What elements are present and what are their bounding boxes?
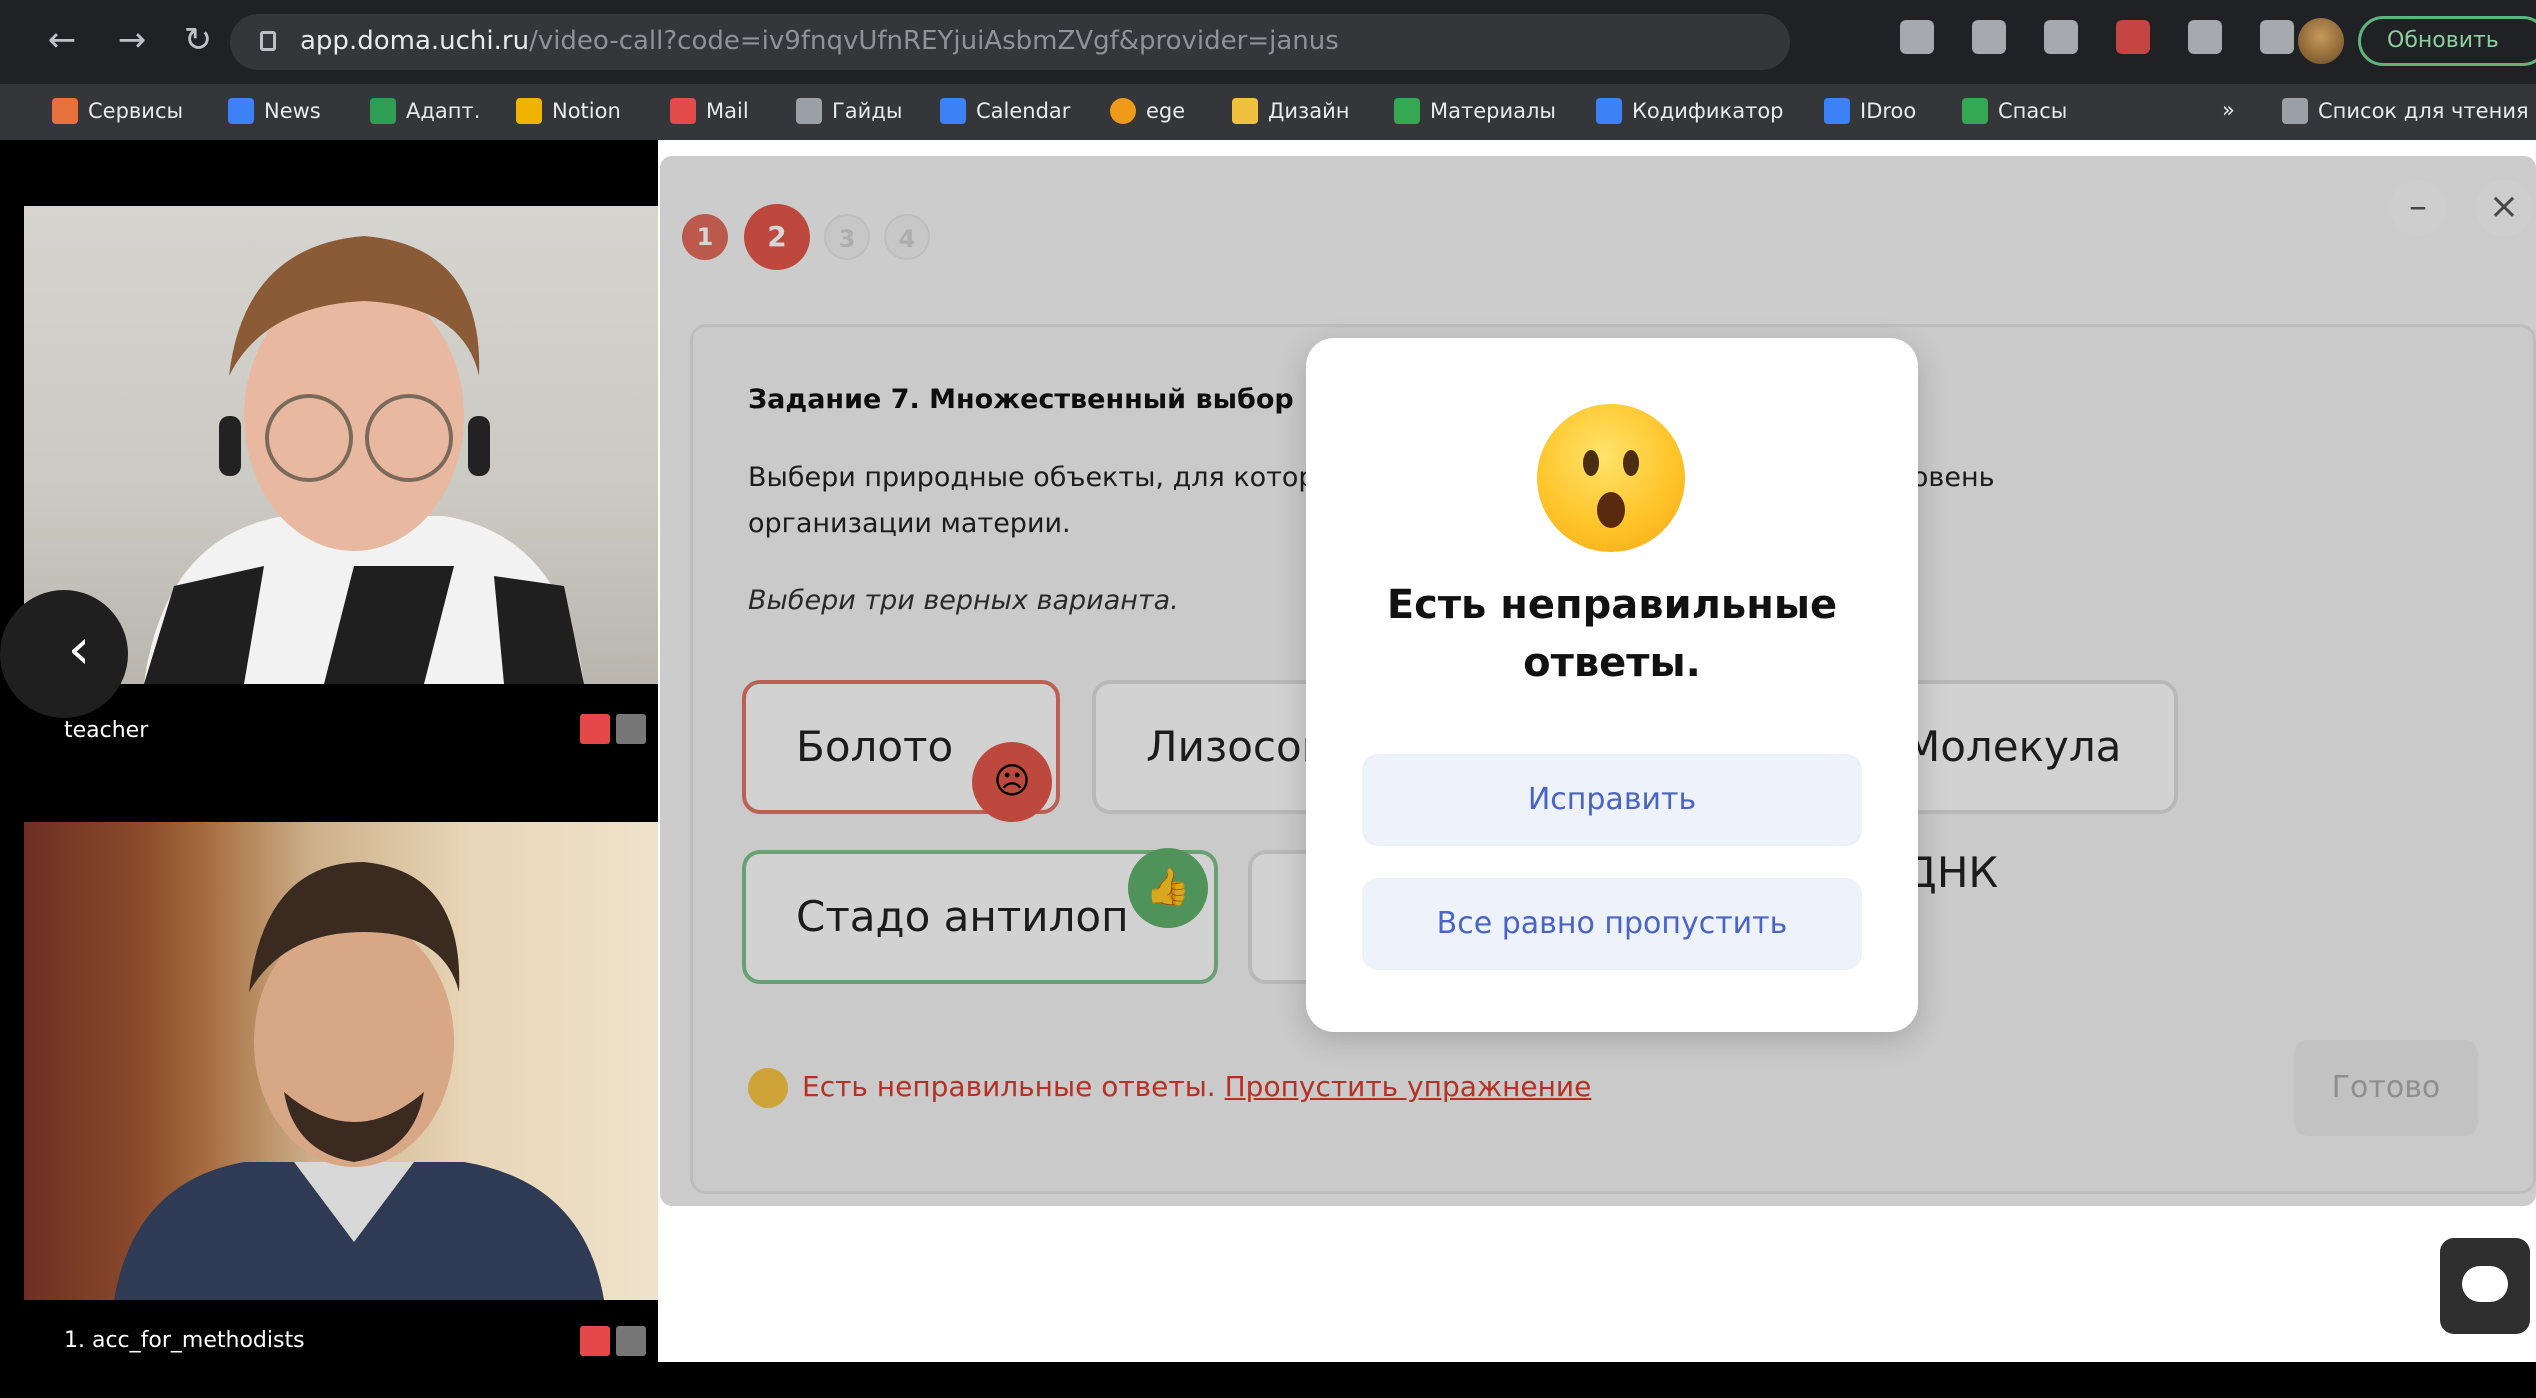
address-bar[interactable]: app.doma.uchi.ru/video-call?code=iv9fnqv… — [230, 14, 1790, 70]
bookmark-label: Дизайн — [1268, 99, 1350, 123]
bookmark-label: Calendar — [976, 99, 1071, 123]
bookmark-item[interactable]: IDroo — [1824, 98, 1916, 124]
url-text: app.doma.uchi.ru/video-call?code=iv9fnqv… — [300, 26, 1339, 56]
teacher-video-tile: teacher — [24, 206, 666, 806]
bookmark-label: Notion — [552, 99, 621, 123]
bookmark-label: Спасы — [1998, 99, 2068, 123]
bottom-bar — [0, 1362, 2536, 1398]
idroo-icon — [1824, 98, 1850, 124]
teacher-name: teacher — [64, 718, 149, 743]
reload-icon[interactable]: ↻ — [176, 18, 220, 62]
profile-avatar[interactable] — [2298, 18, 2344, 64]
collapse-panel-button[interactable]: ‹ — [0, 590, 128, 718]
student-name: 1. acc_for_methodists — [64, 1328, 305, 1353]
bookmark-item[interactable]: Calendar — [940, 98, 1070, 124]
bookmark-item[interactable]: ege — [1110, 98, 1185, 124]
bookmark-label: ege — [1146, 99, 1186, 123]
forward-arrow-icon[interactable]: → — [110, 18, 154, 62]
sheet-icon — [370, 98, 396, 124]
bookmark-label: IDroo — [1860, 99, 1917, 123]
bookmark-item[interactable]: Mail — [670, 98, 749, 124]
update-button[interactable]: Обновить — [2358, 16, 2536, 66]
bookmark-label: Mail — [706, 99, 749, 123]
drive-icon — [1394, 98, 1420, 124]
reading-list-label: Список для чтения — [2318, 99, 2529, 123]
bookmark-item[interactable]: Материалы — [1394, 98, 1556, 124]
chat-button[interactable] — [2440, 1238, 2530, 1334]
doc-icon — [796, 98, 822, 124]
bookmark-label: Гайды — [832, 99, 903, 123]
url-host: app.doma.uchi.ru — [300, 26, 530, 56]
back-arrow-icon[interactable]: ← — [40, 18, 84, 62]
lock-icon — [260, 31, 276, 51]
star-icon[interactable] — [1972, 20, 2006, 54]
mouth — [1597, 492, 1625, 528]
eye — [1623, 450, 1639, 476]
eye — [1583, 450, 1599, 476]
student-video-tile: 1. acc_for_methodists — [24, 822, 666, 1362]
reading-list-icon — [2282, 98, 2308, 124]
extensions — [1900, 20, 2294, 54]
url-path: /video-call?code=iv9fnqvUfnREYjuiAsbmZVg… — [529, 26, 1339, 56]
camera-off-icon[interactable] — [616, 714, 646, 744]
lists-icon — [1962, 98, 1988, 124]
bookmark-item[interactable]: Адапт. — [370, 98, 480, 124]
browser-chrome: ← → ↻ app.doma.uchi.ru/video-call?code=i… — [0, 0, 2536, 140]
bookmark-label: Кодификатор — [1632, 99, 1784, 123]
bookmark-label: News — [264, 99, 321, 123]
apps-icon — [52, 98, 78, 124]
bookmark-item[interactable]: Дизайн — [1232, 98, 1349, 124]
puzzle-icon[interactable] — [2188, 20, 2222, 54]
modal-title: Есть неправильные ответы. — [1386, 582, 1838, 686]
ege-icon — [1110, 98, 1136, 124]
url-row: ← → ↻ app.doma.uchi.ru/video-call?code=i… — [0, 0, 2536, 84]
reading-list[interactable]: Список для чтения — [2282, 98, 2529, 124]
camera-off-icon[interactable] — [616, 1326, 646, 1356]
bookmark-label: Адапт. — [406, 99, 481, 123]
calendar-icon — [940, 98, 966, 124]
news-icon — [228, 98, 254, 124]
skip-anyway-button[interactable]: Все равно пропустить — [1362, 878, 1862, 970]
teacher-portrait — [144, 236, 584, 684]
bookmark-item[interactable]: Гайды — [796, 98, 902, 124]
cast-icon[interactable] — [1900, 20, 1934, 54]
playlist-icon[interactable] — [2260, 20, 2294, 54]
codifier-icon — [1596, 98, 1622, 124]
bookmark-item[interactable]: Кодификатор — [1596, 98, 1784, 124]
student-camera-feed — [24, 822, 666, 1300]
extension-icon[interactable] — [2044, 20, 2078, 54]
more-bookmarks-icon[interactable]: » — [2222, 98, 2235, 122]
mic-off-icon[interactable] — [580, 714, 610, 744]
adblock-icon[interactable] — [2116, 20, 2150, 54]
mail-icon — [670, 98, 696, 124]
chat-icon — [2462, 1266, 2508, 1302]
student-portrait — [114, 862, 604, 1300]
teacher-camera-feed — [24, 206, 666, 684]
bookmark-item[interactable]: News — [228, 98, 321, 124]
incorrect-answers-modal: Есть неправильные ответы. Исправить Все … — [1306, 338, 1918, 1032]
fix-button[interactable]: Исправить — [1362, 754, 1862, 846]
surprised-face-icon — [1537, 404, 1685, 552]
bookmark-item[interactable]: Сервисы — [52, 98, 183, 124]
bookmarks-bar: Сервисы News Адапт. Notion Mail Гайды Ca… — [0, 84, 2536, 140]
bookmark-item[interactable]: Спасы — [1962, 98, 2067, 124]
notion-icon — [516, 98, 542, 124]
bookmark-label: Сервисы — [88, 99, 184, 123]
bookmark-item[interactable]: Notion — [516, 98, 621, 124]
bookmark-label: Материалы — [1430, 99, 1556, 123]
design-icon — [1232, 98, 1258, 124]
mic-off-icon[interactable] — [580, 1326, 610, 1356]
